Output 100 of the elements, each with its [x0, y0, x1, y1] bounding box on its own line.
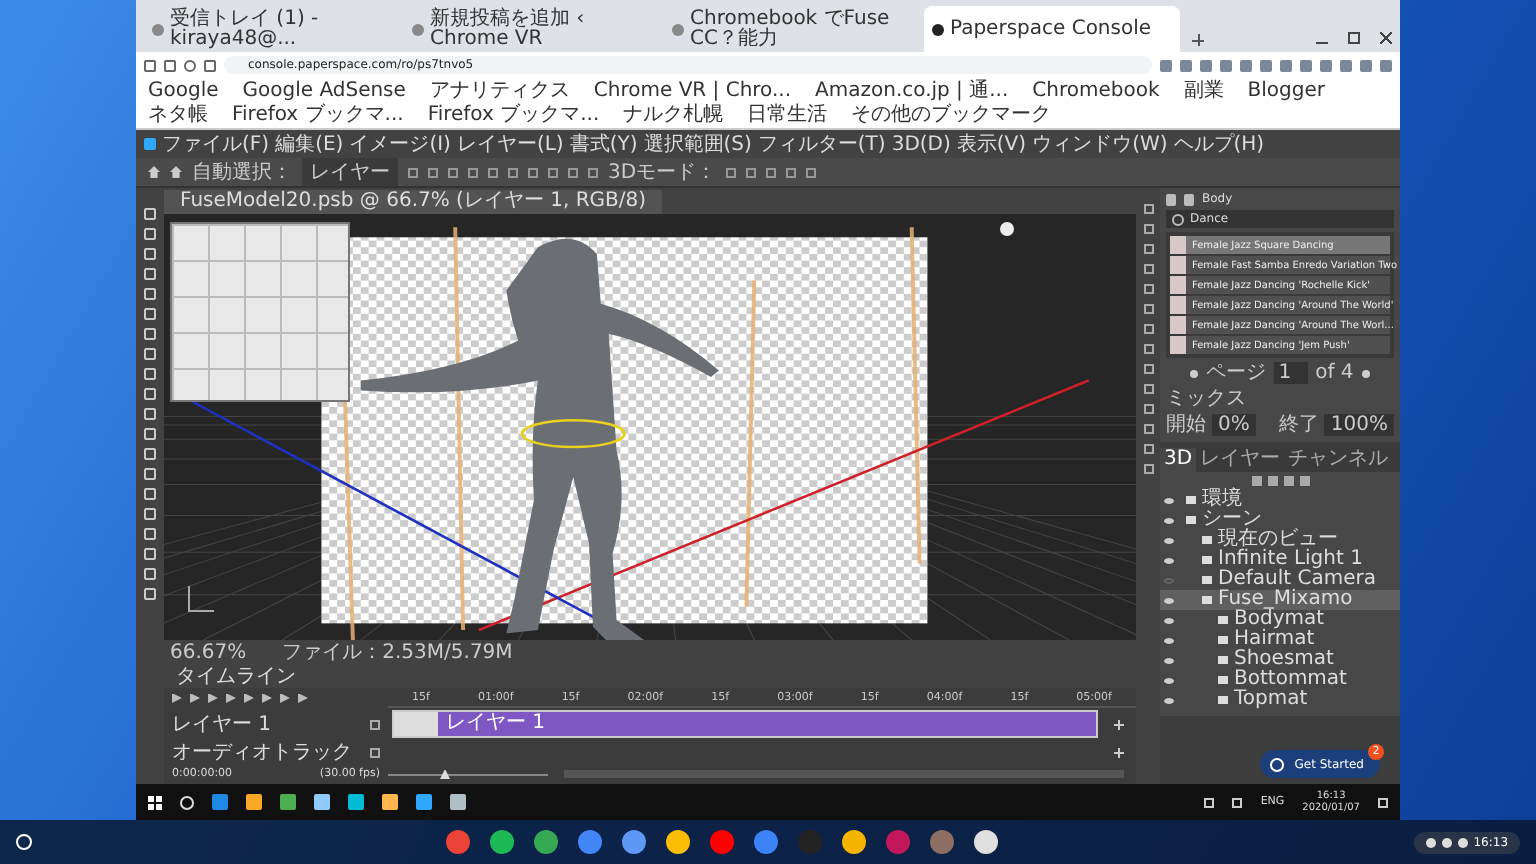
scene-item[interactable]: 環境: [1160, 490, 1400, 510]
scene-item[interactable]: シーン: [1160, 510, 1400, 530]
track-label[interactable]: オーディオトラック: [172, 738, 352, 766]
scene-item[interactable]: Shoesmat: [1160, 650, 1400, 670]
option-label: 自動選択：: [192, 160, 292, 186]
menu-item[interactable]: 書式(Y): [569, 130, 638, 158]
site-icon: [672, 23, 684, 35]
axis-widget-icon[interactable]: [188, 586, 214, 612]
app-logo-icon: [144, 138, 156, 150]
navigator-thumbnail[interactable]: [170, 222, 350, 402]
shelf-app-icon[interactable]: [842, 830, 867, 854]
site-icon: [932, 23, 944, 35]
scene-node-icon: [1218, 676, 1228, 684]
bookmark[interactable]: 日常生活: [747, 104, 828, 126]
shelf-app-icon[interactable]: [666, 830, 691, 854]
video-clip[interactable]: レイヤー 1: [392, 710, 1098, 738]
browser-tab[interactable]: Chromebook でFuse CC？能力: [664, 6, 920, 52]
new-tab-icon[interactable]: [1192, 34, 1204, 46]
panel-tab[interactable]: タイムライン: [164, 662, 308, 690]
move-tool-icon[interactable]: [170, 166, 182, 178]
eye-icon[interactable]: [1164, 597, 1174, 603]
launcher-icon[interactable]: [16, 834, 32, 850]
scene-item[interactable]: Bottommat: [1160, 670, 1400, 690]
menu-item[interactable]: ヘルプ(H): [1173, 130, 1265, 158]
bookmark[interactable]: Google AdSense: [242, 80, 406, 102]
menu-item[interactable]: イメージ(I): [349, 130, 451, 158]
track-label[interactable]: レイヤー 1: [172, 710, 272, 738]
panel-tab[interactable]: チャンネル: [1284, 448, 1393, 472]
shelf-app-icon[interactable]: [622, 830, 647, 854]
eye-icon[interactable]: [1164, 497, 1174, 503]
zoom-level: 66.67%: [170, 641, 247, 663]
eye-icon[interactable]: [1164, 557, 1174, 563]
bookmark[interactable]: Firefox ブックマ...: [232, 104, 404, 126]
slider-thumb[interactable]: [440, 769, 450, 779]
bookmark[interactable]: ネタ帳: [148, 104, 208, 126]
menu-item[interactable]: レイヤー(L): [456, 130, 564, 158]
eye-icon[interactable]: [1164, 517, 1174, 523]
bookmark[interactable]: Amazon.co.jp | 通...: [815, 80, 1009, 102]
search-icon[interactable]: [180, 795, 194, 809]
menu-item[interactable]: 編集(E): [275, 130, 344, 158]
bookmark[interactable]: Firefox ブックマ...: [427, 104, 600, 126]
menu-item[interactable]: ウィンドウ(W): [1032, 130, 1168, 158]
start-icon[interactable]: [148, 795, 162, 809]
site-icon: [152, 23, 164, 35]
browser-tab[interactable]: Paperspace Console: [924, 6, 1180, 52]
close-icon[interactable]: [1380, 32, 1392, 44]
add-icon[interactable]: [1114, 719, 1124, 729]
bookmark[interactable]: Chrome VR | Chro...: [593, 80, 792, 102]
scene-node-icon: [1202, 596, 1212, 604]
menu-item[interactable]: ファイル(F): [162, 130, 270, 158]
scene-item[interactable]: Hairmat: [1160, 630, 1400, 650]
scene-item[interactable]: Topmat: [1160, 690, 1400, 710]
bookmark[interactable]: アナリティクス: [429, 80, 570, 102]
scene-node-icon: [1202, 536, 1212, 544]
shelf-app-icon[interactable]: [490, 830, 515, 854]
file-size: ファイル：2.53M/5.79M: [282, 640, 513, 666]
scene-item[interactable]: Default Camera: [1160, 570, 1400, 590]
page-field[interactable]: 1: [1274, 362, 1308, 384]
tray-icon[interactable]: [1204, 797, 1215, 807]
eye-icon[interactable]: [1164, 657, 1174, 663]
scene-node-icon: [1218, 616, 1228, 624]
eye-icon[interactable]: [1164, 697, 1174, 703]
bookmark[interactable]: その他のブックマーク: [851, 104, 1052, 126]
panel-tab[interactable]: レイヤー: [1196, 448, 1285, 472]
eye-icon[interactable]: [1164, 677, 1174, 683]
bookmark[interactable]: Google: [148, 80, 219, 102]
value-field[interactable]: 0%: [1212, 414, 1256, 436]
scene-item[interactable]: Infinite Light 1: [1160, 550, 1400, 570]
scene-node-icon: [1218, 656, 1228, 664]
eye-icon[interactable]: [1164, 617, 1174, 623]
document-tab[interactable]: FuseModel20.psb @ 66.7% (レイヤー 1, RGB/8): [164, 190, 663, 214]
field-label: 終了: [1278, 414, 1319, 436]
reload-icon[interactable]: [184, 59, 196, 71]
scene-item[interactable]: Fuse_Mixamo: [1160, 590, 1400, 610]
add-icon[interactable]: [1114, 747, 1124, 757]
bookmark[interactable]: 副業: [1183, 80, 1224, 102]
value-field[interactable]: 100%: [1324, 414, 1394, 436]
section-label: ミックス: [1166, 388, 1248, 410]
eye-icon[interactable]: [1164, 637, 1174, 643]
eye-icon[interactable]: [1164, 537, 1174, 543]
menu-item[interactable]: 3D(D): [891, 133, 951, 155]
scene-item[interactable]: 現在のビュー: [1160, 530, 1400, 550]
panel-tab[interactable]: 3D: [1160, 448, 1197, 472]
menu-item[interactable]: フィルター(T): [757, 130, 886, 158]
maximize-icon[interactable]: [1348, 32, 1360, 44]
browser-tab[interactable]: 新規投稿を追加 ‹ Chrome VR: [404, 6, 660, 52]
bookmark[interactable]: Chromebook: [1032, 80, 1160, 102]
shelf-app-icon[interactable]: [534, 830, 559, 854]
site-icon: [412, 23, 424, 35]
menu-item[interactable]: 選択範囲(S): [643, 130, 752, 158]
browser-tab[interactable]: 受信トレイ (1) - kiraya48@...: [144, 6, 400, 52]
clip-thumbnail: [394, 712, 438, 736]
shelf-app-icon[interactable]: [974, 830, 999, 854]
scene-node-icon: [1186, 496, 1196, 504]
menu-item[interactable]: 表示(V): [956, 130, 1027, 158]
bookmark[interactable]: Blogger: [1247, 80, 1325, 102]
layer-dropdown[interactable]: レイヤー: [302, 158, 398, 186]
bookmark[interactable]: ナルク札幌: [623, 104, 724, 126]
scene-item[interactable]: Bodymat: [1160, 610, 1400, 630]
scene-node-icon: [1202, 556, 1212, 564]
